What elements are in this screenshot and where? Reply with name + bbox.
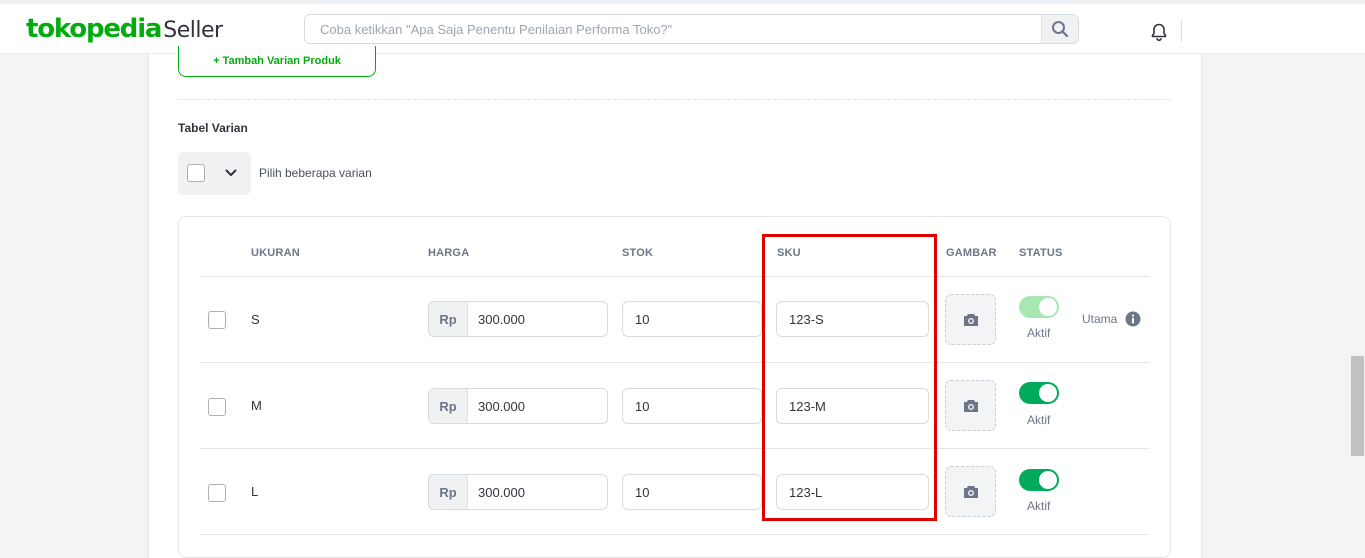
stock-value: 10 (635, 312, 650, 327)
price-field[interactable]: Rp 300.000 (428, 474, 608, 510)
stock-field[interactable]: 10 (622, 388, 762, 424)
currency-prefix: Rp (429, 302, 468, 336)
camera-icon (963, 399, 978, 412)
search-icon (1052, 21, 1069, 38)
price-value: 300.000 (478, 485, 525, 500)
row-divider (200, 362, 1150, 363)
price-field[interactable]: Rp 300.000 (428, 301, 608, 337)
column-header-status: STATUS (1019, 247, 1063, 259)
select-all-checkbox[interactable] (187, 164, 205, 182)
column-header-harga: HARGA (428, 247, 470, 259)
variant-size: L (251, 484, 259, 499)
bulk-select-label: Pilih beberapa varian (259, 166, 372, 180)
bulk-select-dropdown[interactable] (178, 152, 251, 195)
tokopedia-seller-logo[interactable]: tokopedia Seller (26, 14, 223, 44)
page-scrollbar[interactable] (1350, 54, 1365, 558)
row-divider (200, 534, 1150, 535)
status-label: Aktif (1027, 326, 1051, 340)
primary-variant-label: Utama (1082, 312, 1118, 326)
stock-field[interactable]: 10 (622, 474, 762, 510)
add-variant-button[interactable]: + Tambah Varian Produk (178, 46, 376, 77)
row-checkbox[interactable] (208, 484, 226, 502)
price-field[interactable]: Rp 300.000 (428, 388, 608, 424)
chevron-down-icon[interactable] (224, 166, 238, 180)
variant-size: S (251, 312, 260, 327)
info-icon[interactable] (1125, 311, 1141, 327)
camera-icon (963, 313, 978, 326)
variant-size: M (251, 398, 262, 413)
row-checkbox[interactable] (208, 311, 226, 329)
table-divider (200, 276, 1150, 277)
logo-subtext: Seller (163, 18, 223, 43)
variant-table-title: Tabel Varian (178, 121, 248, 135)
price-value: 300.000 (478, 312, 525, 327)
image-upload[interactable] (945, 380, 996, 431)
row-checkbox[interactable] (208, 398, 226, 416)
camera-icon (963, 485, 978, 498)
status-toggle[interactable] (1019, 382, 1059, 404)
currency-prefix: Rp (429, 389, 468, 423)
image-upload[interactable] (945, 466, 996, 517)
status-label: Aktif (1027, 499, 1051, 513)
scrollbar-thumb[interactable] (1351, 356, 1364, 456)
column-header-stok: STOK (622, 247, 654, 259)
row-divider (200, 448, 1150, 449)
column-header-gambar: GAMBAR (946, 247, 997, 259)
currency-prefix: Rp (429, 475, 468, 509)
status-label: Aktif (1027, 413, 1051, 427)
stock-value: 10 (635, 485, 650, 500)
section-divider (178, 99, 1171, 100)
column-header-ukuran: UKURAN (251, 247, 300, 259)
status-toggle[interactable] (1019, 296, 1059, 318)
search-bar (304, 14, 1079, 44)
stock-value: 10 (635, 399, 650, 414)
header-divider (1181, 20, 1182, 42)
stock-field[interactable]: 10 (622, 301, 762, 337)
logo-text: tokopedia (26, 14, 162, 44)
image-upload[interactable] (945, 294, 996, 345)
search-input[interactable] (305, 15, 1041, 43)
price-value: 300.000 (478, 399, 525, 414)
sku-column-highlight (762, 234, 937, 521)
bell-icon[interactable] (1149, 22, 1169, 42)
search-button[interactable] (1041, 15, 1078, 43)
status-toggle[interactable] (1019, 469, 1059, 491)
